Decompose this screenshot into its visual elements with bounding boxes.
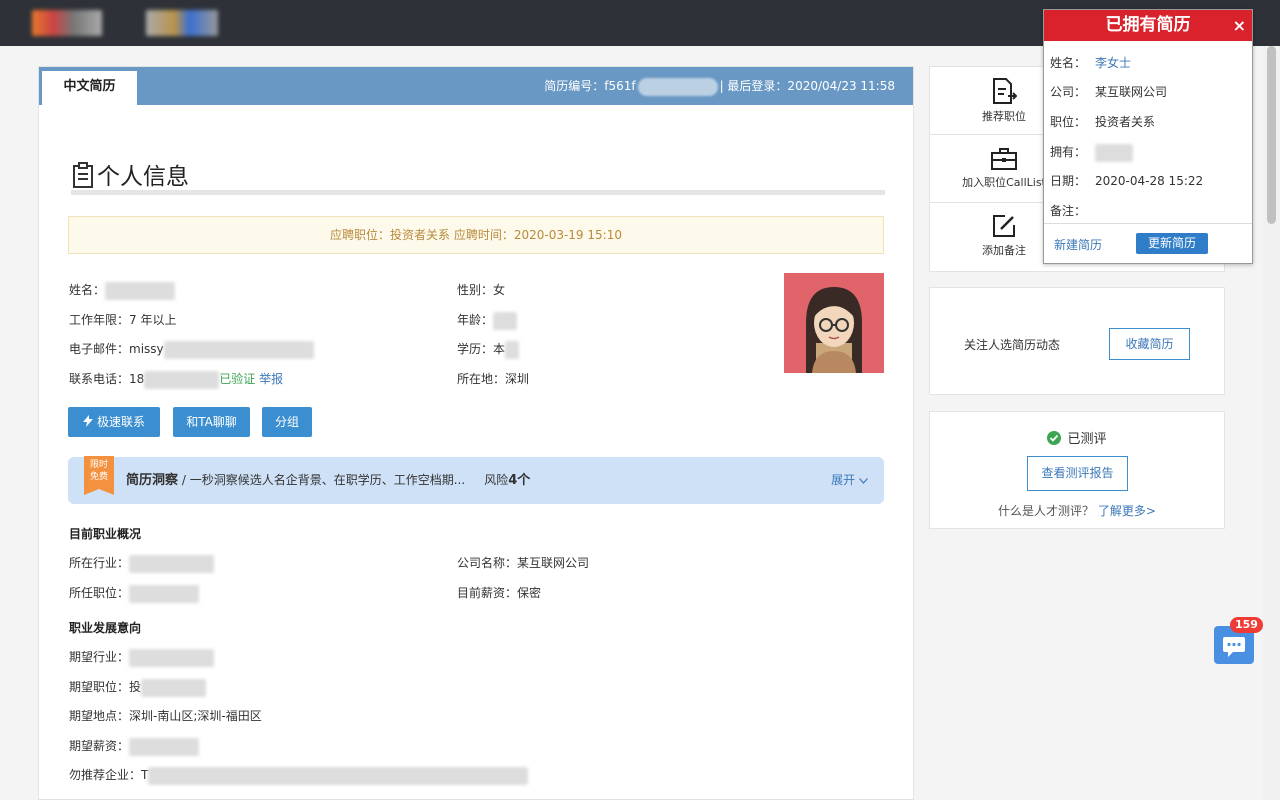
experience-field: 工作年限：7 年以上 (69, 313, 177, 327)
education-field: 学历：本 (457, 340, 520, 359)
resume-id-redacted (637, 77, 718, 96)
limited-free-badge: 限时 免费 (84, 456, 114, 495)
insight-title: 简历洞察 (126, 473, 179, 488)
chevron-down-icon (859, 478, 868, 484)
application-notice: 应聘职位：投资者关系 应聘时间：2020-03-19 15:10 (68, 216, 884, 254)
current-salary-field: 目前薪资：保密 (457, 586, 542, 600)
popup-company-row: 公司： 某互联网公司 (1050, 85, 1168, 99)
location-field: 所在地：深圳 (457, 372, 530, 386)
tab-chinese-resume[interactable]: 中文简历 (42, 71, 137, 105)
close-icon[interactable]: × (1233, 10, 1246, 41)
expected-position-field: 期望职位：投 (69, 678, 207, 697)
edit-icon (993, 215, 1015, 237)
clipboard-icon (73, 162, 93, 188)
company-name-field: 公司名称：某互联网公司 (457, 556, 590, 570)
popup-position-row: 职位： 投资者关系 (1050, 115, 1156, 129)
current-career-heading: 目前职业概况 (69, 527, 142, 541)
assessment-box: 已测评 查看测评报告 什么是人才测评？ 了解更多> (929, 411, 1225, 529)
popup-note-row: 备注： (1050, 204, 1087, 218)
expected-salary-field: 期望薪资： (69, 737, 200, 756)
expand-button[interactable]: 展开 (831, 457, 868, 503)
assessed-label: 已测评 (1067, 432, 1107, 447)
section-title: 个人信息 (97, 164, 189, 190)
risk-label: 风险 (484, 473, 509, 487)
follow-text: 关注人选简历动态 (964, 338, 1061, 352)
excluded-companies-field: 勿推荐企业：T (69, 766, 529, 785)
resume-header: 中文简历 简历编号：f561f | 最后登录：2020/04/23 11:58 (39, 67, 913, 105)
owned-resume-popup: 已拥有简历 × 姓名： 李女士 公司： 某互联网公司 职位： 投资者关系 拥有： 日期… (1043, 9, 1253, 264)
popup-date-row: 日期： 2020-04-28 15:22 (1050, 174, 1204, 188)
chat-unread-badge: 159 (1230, 617, 1263, 633)
verified-label: 已验证 (219, 372, 256, 386)
update-resume-button[interactable]: 更新简历 (1136, 233, 1208, 254)
resume-panel: 中文简历 简历编号：f561f | 最后登录：2020/04/23 11:58 个… (38, 66, 914, 800)
popup-name-row: 姓名： 李女士 (1050, 56, 1132, 70)
new-resume-link[interactable]: 新建简历 (1054, 236, 1102, 253)
insight-description: / 一秒洞察候选人名企背景、在职学历、工作空档期... (181, 473, 466, 487)
resume-meta: 简历编号：f561f | 最后登录：2020/04/23 11:58 (544, 67, 895, 105)
career-intent-heading: 职业发展意向 (69, 621, 142, 635)
age-field: 年龄： (457, 311, 518, 330)
scrollbar-thumb[interactable] (1267, 46, 1276, 224)
document-arrow-icon (993, 78, 1018, 104)
check-circle-icon (1047, 431, 1062, 445)
name-field: 姓名： (69, 281, 176, 300)
favorite-resume-button[interactable]: 收藏简历 (1109, 328, 1190, 360)
chat-with-ta-button[interactable]: 和TA聊聊 (173, 407, 250, 437)
page-scrollbar[interactable] (1263, 46, 1280, 800)
current-position-field: 所任职位： (69, 584, 200, 603)
gender-field: 性别：女 (457, 283, 506, 297)
site-logo-secondary (146, 10, 218, 36)
risk-count: 4个 (508, 473, 531, 488)
email-field: 电子邮件：missy (69, 340, 314, 359)
quick-contact-button[interactable]: 极速联系 (68, 407, 160, 437)
resume-id: f561f (604, 79, 636, 93)
site-logo[interactable] (32, 10, 102, 36)
group-button[interactable]: 分组 (262, 407, 312, 437)
resume-id-label: 简历编号： (544, 79, 605, 93)
view-report-button[interactable]: 查看测评报告 (1027, 456, 1128, 491)
phone-field: 联系电话：18 已验证 举报 (69, 370, 283, 389)
current-industry-field: 所在行业： (69, 554, 215, 573)
popup-name-link[interactable]: 李女士 (1095, 56, 1131, 70)
expected-industry-field: 期望行业： (69, 648, 215, 667)
lightning-icon (82, 415, 93, 427)
section-personal-info: 个人信息 (71, 151, 885, 195)
popup-owner-row: 拥有： (1050, 143, 1133, 162)
resume-insight-banner[interactable]: 限时 免费 简历洞察 / 一秒洞察候选人名企背景、在职学历、工作空档期... 风险… (68, 456, 884, 504)
learn-more-link[interactable]: 了解更多> (1098, 504, 1156, 518)
what-is-assessment: 什么是人才测评？ (998, 504, 1095, 518)
report-link[interactable]: 举报 (259, 372, 283, 386)
briefcase-icon (991, 148, 1017, 170)
follow-box: 关注人选简历动态 收藏简历 (929, 287, 1225, 395)
expected-location-field: 期望地点：深圳-南山区;深圳-福田区 (69, 709, 262, 723)
popup-title: 已拥有简历 (1105, 15, 1191, 35)
avatar (784, 273, 884, 373)
last-login: | 最后登录：2020/04/23 11:58 (719, 79, 895, 93)
